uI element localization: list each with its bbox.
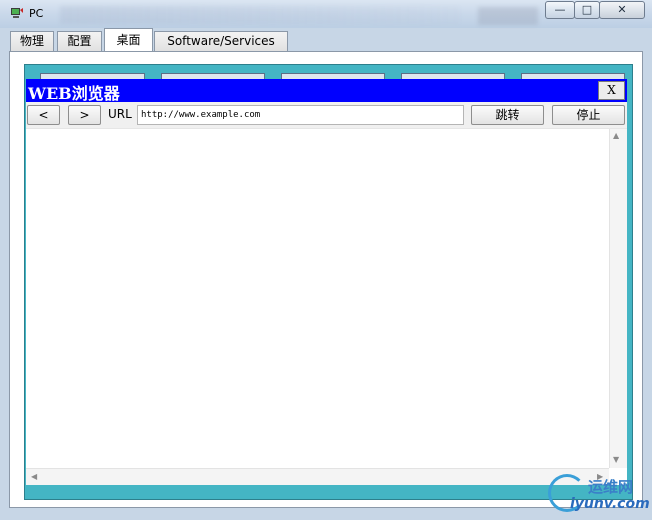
forward-button[interactable]: > [68,105,101,125]
watermark: 运维网 iyunv.com [548,472,650,516]
tab-bar: 物理 配置 桌面 Software/Services [0,28,652,52]
maximize-icon: □ [581,3,593,16]
watermark-text-en: iyunv.com [570,496,650,512]
titlebar-background-ghost-2 [478,7,538,25]
url-label: URL [108,107,132,121]
window-titlebar[interactable]: PC — □ ✕ [0,0,652,28]
go-button[interactable]: 跳转 [471,105,544,125]
browser-nav-bar: < > URL 跳转 停止 [26,102,627,128]
url-input[interactable] [137,105,464,125]
back-button[interactable]: < [27,105,60,125]
horizontal-scrollbar[interactable] [26,468,609,485]
titlebar-background-ghost [60,6,460,24]
tab-config[interactable]: 配置 [57,31,102,51]
window-title: PC [29,7,44,20]
forward-arrow-icon: > [79,108,90,122]
close-window-button[interactable]: ✕ [599,1,645,19]
vertical-scrollbar[interactable] [609,129,627,468]
maximize-button[interactable]: □ [574,1,600,19]
browser-close-button[interactable]: X [598,81,625,100]
stop-button[interactable]: 停止 [552,105,625,125]
scroll-down-icon[interactable]: ▼ [613,455,619,464]
close-icon: ✕ [617,3,627,16]
tab-desktop[interactable]: 桌面 [104,28,153,52]
tab-software-services[interactable]: Software/Services [154,31,288,51]
back-arrow-icon: < [38,108,49,122]
tab-physical[interactable]: 物理 [10,31,54,51]
watermark-text-cn: 运维网 [588,478,634,496]
browser-viewport[interactable] [26,128,627,485]
pc-app-icon [11,8,23,18]
browser-title: WEB浏览器 [28,84,120,103]
browser-titlebar: WEB浏览器 X [26,79,627,103]
scroll-up-icon[interactable]: ▲ [613,131,619,140]
minimize-button[interactable]: — [545,1,575,19]
minimize-icon: — [554,3,566,16]
scroll-left-icon[interactable]: ◀ [31,472,37,481]
